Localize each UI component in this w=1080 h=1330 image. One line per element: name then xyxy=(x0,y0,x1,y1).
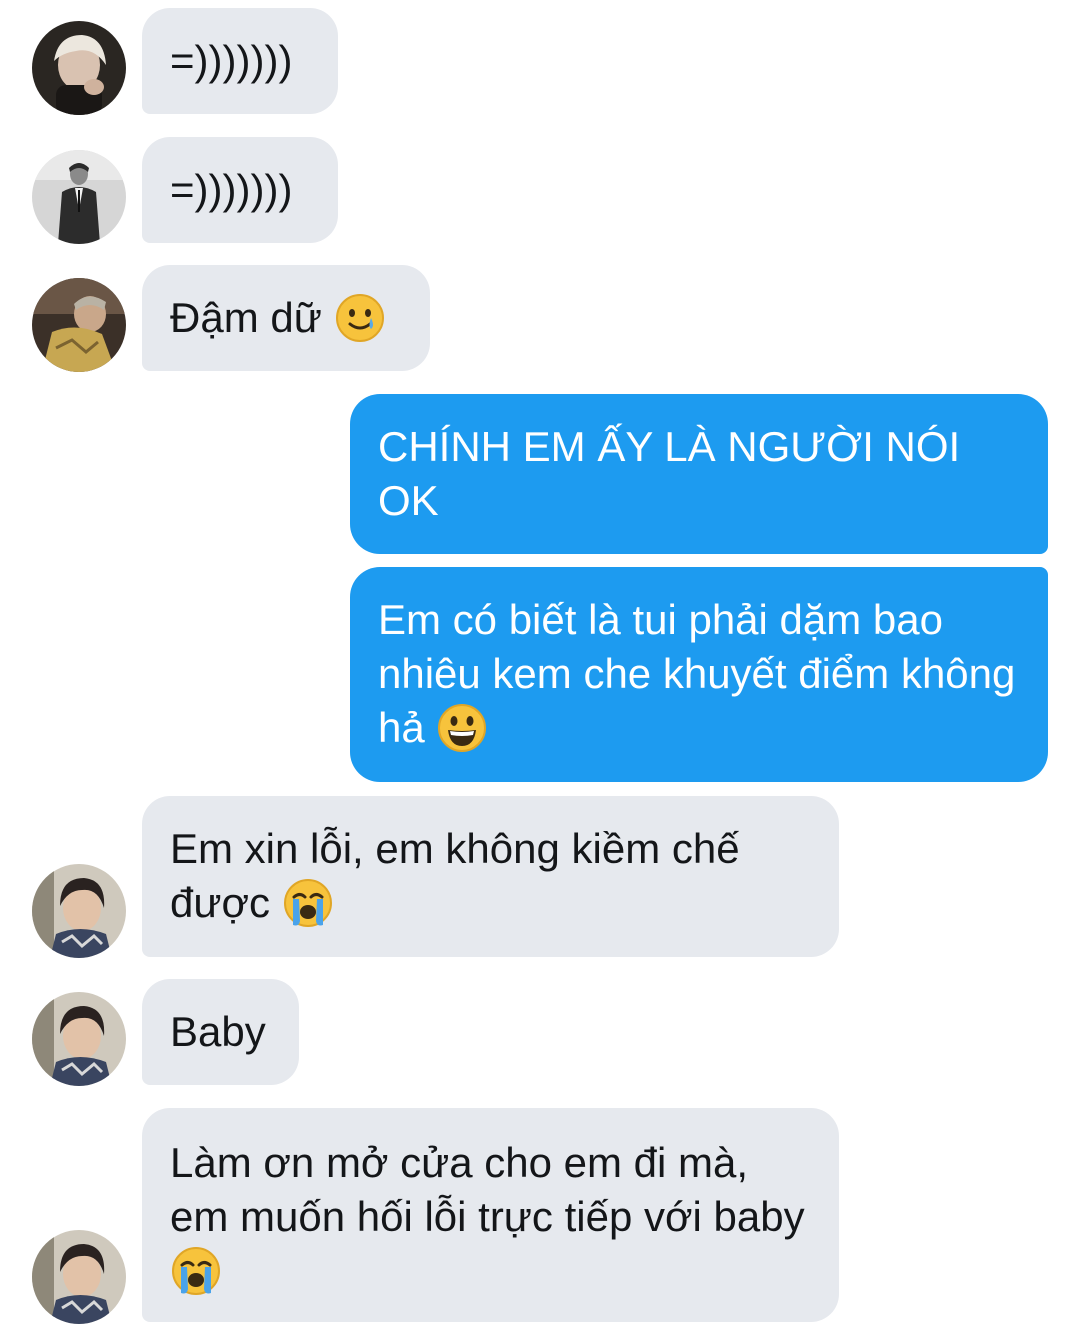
grinning-face-icon xyxy=(436,702,488,754)
message-bubble-incoming[interactable]: Baby xyxy=(142,979,299,1085)
user-a-avatar[interactable] xyxy=(32,21,126,115)
message-text: Làm ơn mở cửa cho em đi mà, em muốn hối … xyxy=(170,1139,805,1240)
loudly-crying-face-icon xyxy=(282,877,334,929)
user-b-avatar[interactable] xyxy=(32,150,126,244)
message-text: Đậm dữ xyxy=(170,294,322,341)
message-bubble-incoming[interactable]: Đậm dữ xyxy=(142,265,430,371)
user-d-avatar[interactable] xyxy=(32,1230,126,1324)
message-bubble-incoming[interactable]: Làm ơn mở cửa cho em đi mà, em muốn hối … xyxy=(142,1108,839,1322)
message-bubble-incoming[interactable]: Em xin lỗi, em không kiềm chế được xyxy=(142,796,839,957)
loudly-crying-face-icon xyxy=(170,1245,222,1297)
user-d-avatar[interactable] xyxy=(32,864,126,958)
user-d-avatar[interactable] xyxy=(32,992,126,1086)
message-bubble-outgoing[interactable]: CHÍNH EM ẤY LÀ NGƯỜI NÓI OK xyxy=(350,394,1048,554)
message-text: =))))))) xyxy=(170,37,293,84)
user-c-avatar[interactable] xyxy=(32,278,126,372)
message-text: CHÍNH EM ẤY LÀ NGƯỜI NÓI OK xyxy=(378,423,972,524)
message-bubble-outgoing[interactable]: Em có biết là tui phải dặm bao nhiêu kem… xyxy=(350,567,1048,782)
message-text: Em xin lỗi, em không kiềm chế được xyxy=(170,825,752,926)
message-bubble-incoming[interactable]: =))))))) xyxy=(142,137,338,243)
message-text: Baby xyxy=(170,1008,266,1055)
smiling-face-with-tear-icon xyxy=(334,292,386,344)
message-text: =))))))) xyxy=(170,166,293,213)
message-bubble-incoming[interactable]: =))))))) xyxy=(142,8,338,114)
